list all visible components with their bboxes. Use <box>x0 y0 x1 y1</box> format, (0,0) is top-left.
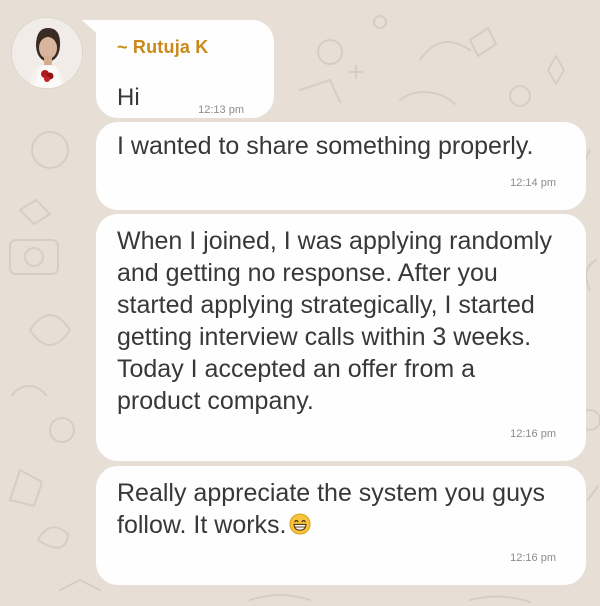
sender-name[interactable]: ~ Rutuja K <box>117 37 209 58</box>
message-bubble-2[interactable]: I wanted to share something properly. 12… <box>96 122 586 210</box>
message-text: Hi <box>117 84 140 111</box>
message-time: 12:16 pm <box>510 428 556 440</box>
grinning-face-emoji-icon <box>288 513 311 535</box>
message-bubble-4[interactable]: Really appreciate the system you guys fo… <box>96 466 586 585</box>
message-bubble-3[interactable]: When I joined, I was applying randomly a… <box>96 214 586 461</box>
message-time: 12:14 pm <box>510 177 556 189</box>
message-text: When I joined, I was applying randomly a… <box>117 227 552 415</box>
avatar[interactable] <box>12 18 82 88</box>
message-text-wrap: Really appreciate the system you guys fo… <box>117 477 545 541</box>
message-bubble-1[interactable]: ~ Rutuja K Hi 12:13 pm <box>82 20 274 118</box>
message-time: 12:13 pm <box>198 104 244 116</box>
bubble-tail <box>82 20 104 40</box>
message-text: I wanted to share something properly. <box>117 132 534 160</box>
message-text: Really appreciate the system you guys fo… <box>117 479 545 539</box>
message-time: 12:16 pm <box>510 552 556 564</box>
